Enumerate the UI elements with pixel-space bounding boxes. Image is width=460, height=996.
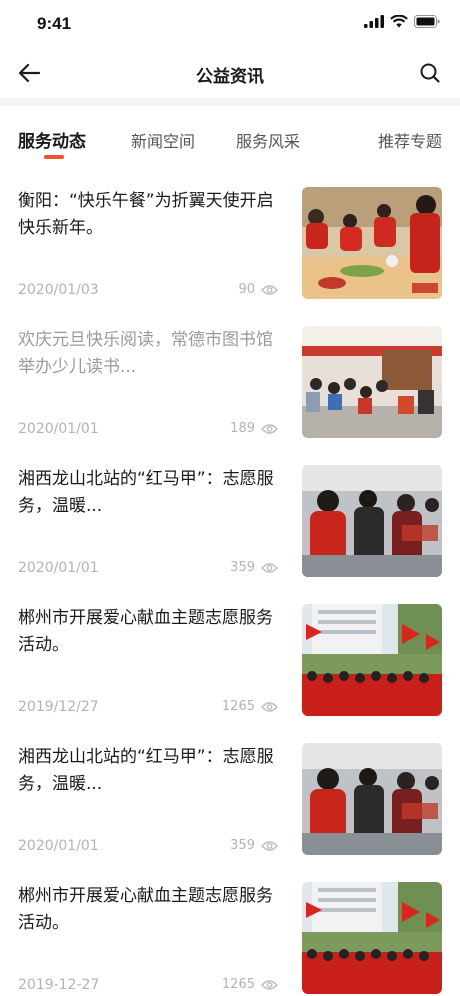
article-title: 湘西龙山北站的“红马甲”：志愿服务，温暖... bbox=[18, 469, 274, 516]
view-count: 1265 bbox=[221, 977, 255, 992]
eye-icon bbox=[261, 979, 278, 990]
article-thumbnail bbox=[302, 604, 442, 716]
article-views: 359 bbox=[230, 838, 278, 853]
article-item[interactable]: 欢庆元旦快乐阅读，常德市图书馆举办少儿读书... 2020/01/01 189 bbox=[0, 317, 460, 456]
article-title: 郴州市开展爱心献血主题志愿服务活动。 bbox=[18, 886, 273, 933]
article-item[interactable]: 郴州市开展爱心献血主题志愿服务活动。 2019/12/27 1265 bbox=[0, 595, 460, 734]
article-item[interactable]: 衡阳：“快乐午餐”为折翼天使开启快乐新年。 2020/01/03 90 bbox=[0, 178, 460, 317]
article-thumbnail bbox=[302, 465, 442, 577]
tab-recommended-topics[interactable]: 推荐专题 bbox=[378, 128, 442, 152]
tab-service-news[interactable]: 服务动态 bbox=[18, 127, 86, 152]
article-views: 90 bbox=[238, 282, 278, 297]
header-divider bbox=[0, 98, 460, 106]
eye-icon bbox=[261, 423, 278, 434]
view-count: 90 bbox=[238, 282, 255, 297]
article-date: 2020/01/01 bbox=[18, 421, 99, 437]
article-title: 欢庆元旦快乐阅读，常德市图书馆举办少儿读书... bbox=[18, 330, 273, 377]
view-count: 1265 bbox=[221, 699, 255, 714]
article-list: 衡阳：“快乐午餐”为折翼天使开启快乐新年。 2020/01/03 90 欢庆元旦… bbox=[0, 178, 460, 996]
article-views: 1265 bbox=[222, 977, 278, 992]
article-title: 湘西龙山北站的“红马甲”：志愿服务，温暖... bbox=[18, 747, 274, 794]
status-time: 9:41 bbox=[37, 14, 72, 33]
article-date: 2020/01/01 bbox=[18, 838, 99, 854]
tab-service-style[interactable]: 服务风采 bbox=[236, 128, 300, 152]
article-views: 1265 bbox=[222, 699, 278, 714]
article-date: 2020/01/03 bbox=[18, 282, 99, 298]
article-item[interactable]: 湘西龙山北站的“红马甲”：志愿服务，温暖... 2020/01/01 359 bbox=[0, 456, 460, 595]
article-views: 189 bbox=[230, 421, 278, 436]
eye-icon bbox=[261, 701, 278, 712]
view-count: 359 bbox=[230, 838, 255, 853]
article-thumbnail bbox=[302, 743, 442, 855]
article-thumbnail bbox=[302, 326, 442, 438]
article-title: 衡阳：“快乐午餐”为折翼天使开启快乐新年。 bbox=[18, 191, 274, 238]
eye-icon bbox=[261, 284, 278, 295]
article-thumbnail bbox=[302, 882, 442, 994]
eye-icon bbox=[261, 840, 278, 851]
article-item[interactable]: 湘西龙山北站的“红马甲”：志愿服务，温暖... 2020/01/01 359 bbox=[0, 734, 460, 873]
search-button[interactable] bbox=[418, 61, 442, 85]
eye-icon bbox=[261, 562, 278, 573]
status-icons bbox=[364, 15, 440, 28]
view-count: 189 bbox=[230, 421, 255, 436]
wifi-icon bbox=[390, 15, 408, 28]
article-title: 郴州市开展爱心献血主题志愿服务活动。 bbox=[18, 608, 273, 655]
article-item[interactable]: 郴州市开展爱心献血主题志愿服务活动。 2019-12-27 1265 bbox=[0, 873, 460, 996]
page-title: 公益资讯 bbox=[196, 67, 264, 87]
tab-news-space[interactable]: 新闻空间 bbox=[131, 128, 195, 152]
category-tabs: 服务动态 新闻空间 服务风采 推荐专题 bbox=[0, 106, 460, 168]
article-date: 2019-12-27 bbox=[18, 977, 100, 993]
battery-icon bbox=[414, 15, 440, 28]
cellular-signal-icon bbox=[364, 15, 384, 28]
nav-bar: 公益资讯 bbox=[0, 48, 460, 98]
active-tab-indicator bbox=[44, 155, 64, 159]
article-date: 2020/01/01 bbox=[18, 560, 99, 576]
article-views: 359 bbox=[230, 560, 278, 575]
article-thumbnail bbox=[302, 187, 442, 299]
view-count: 359 bbox=[230, 560, 255, 575]
status-bar: 9:41 bbox=[0, 0, 460, 48]
search-icon bbox=[420, 63, 440, 83]
article-date: 2019/12/27 bbox=[18, 699, 99, 715]
